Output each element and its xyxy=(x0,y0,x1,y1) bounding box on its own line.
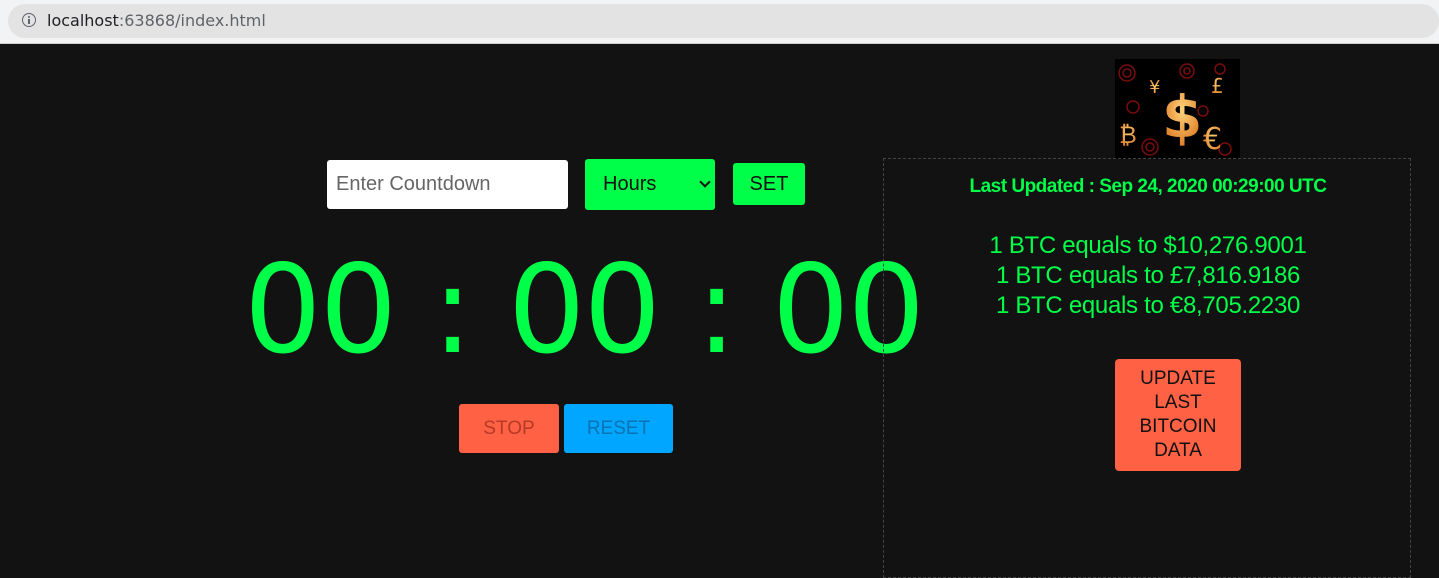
url-path: :63868/index.html xyxy=(118,11,266,30)
timer-separator: : xyxy=(432,239,473,381)
update-bitcoin-button[interactable]: UPDATE LAST BITCOIN DATA xyxy=(1115,359,1241,471)
timer-separator: : xyxy=(695,239,737,381)
set-button[interactable]: SET xyxy=(733,163,805,205)
stop-button[interactable]: STOP xyxy=(459,404,559,453)
unit-select[interactable]: Hours xyxy=(585,159,715,210)
yen-symbol: ¥ xyxy=(1149,77,1160,98)
url-host: localhost xyxy=(47,11,119,30)
timer-minutes: 00 xyxy=(507,239,661,381)
btc-gbp-rate: 1 BTC equals to £7,816.9186 xyxy=(995,262,1301,289)
euro-symbol: € xyxy=(1203,122,1222,157)
last-updated-text: Last Updated : Sep 24, 2020 00:29:00 UTC xyxy=(969,176,1327,197)
bitcoin-panel: Last Updated : Sep 24, 2020 00:29:00 UTC… xyxy=(883,158,1411,578)
currency-logo: ¥ $ £ ₿ € xyxy=(1115,59,1240,159)
countdown-input[interactable] xyxy=(327,160,568,209)
bitcoin-symbol: ₿ xyxy=(1119,121,1137,149)
btc-usd-rate: 1 BTC equals to $10,276.9001 xyxy=(989,232,1307,259)
site-info-icon[interactable] xyxy=(22,13,36,27)
timer-hours: 00 xyxy=(244,239,397,381)
browser-toolbar: localhost:63868/index.html xyxy=(0,0,1439,44)
timer-display: 00 : 00 : 00 xyxy=(244,239,925,381)
unit-select-value: Hours xyxy=(603,173,657,195)
url-text[interactable]: localhost:63868/index.html xyxy=(47,11,266,31)
page-body: Hours SET 00 : 00 : 00 STOP RESET xyxy=(0,45,1439,578)
btc-eur-rate: 1 BTC equals to €8,705.2230 xyxy=(995,292,1301,319)
reset-button[interactable]: RESET xyxy=(564,404,673,453)
address-bar[interactable]: localhost:63868/index.html xyxy=(8,4,1439,38)
dollar-symbol: $ xyxy=(1162,83,1202,151)
pound-symbol: £ xyxy=(1211,74,1224,98)
currency-symbols-icon: ¥ $ £ ₿ € xyxy=(1118,63,1232,157)
chevron-down-icon xyxy=(699,176,711,188)
